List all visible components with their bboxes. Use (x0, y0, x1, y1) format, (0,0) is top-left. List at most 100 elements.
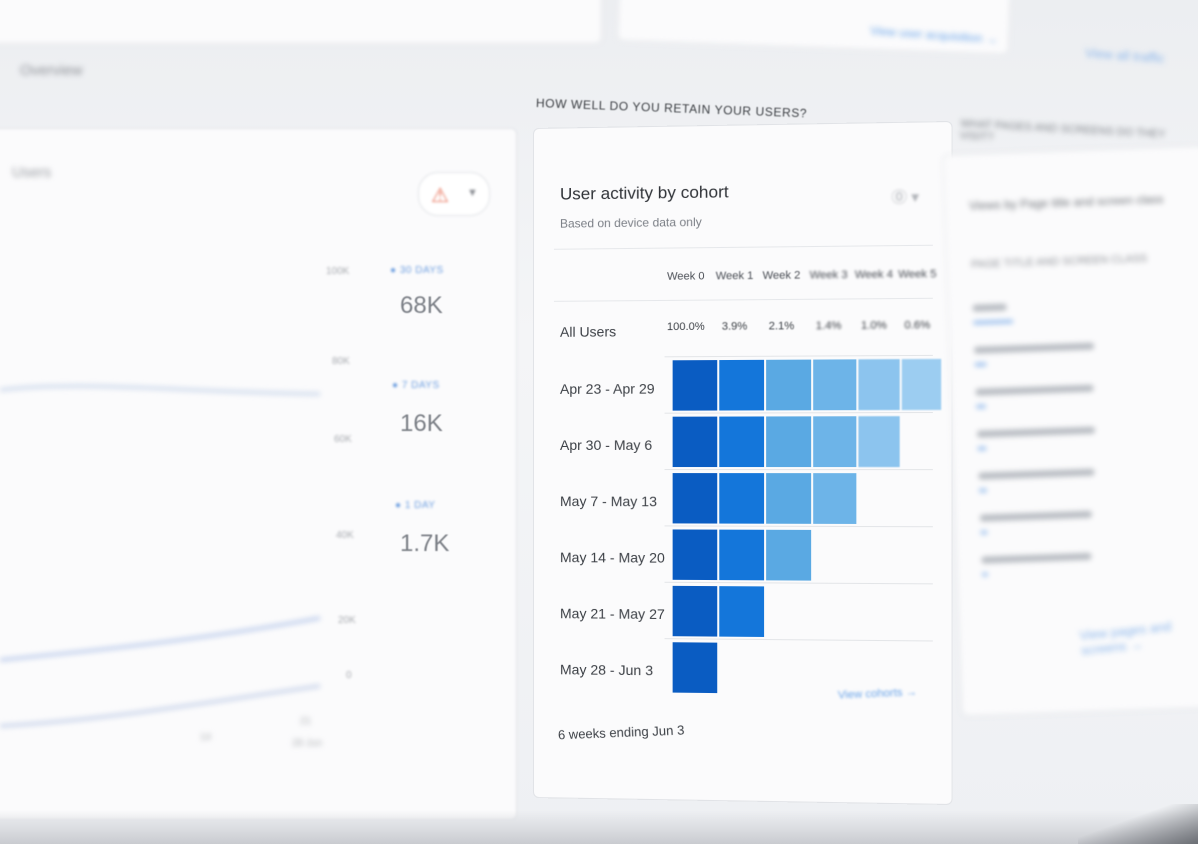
legend-7-days-value: 16K (400, 410, 443, 437)
screen-corner-shadow (1078, 804, 1198, 844)
x-tick: 28 Jun (292, 738, 323, 749)
page-row-value-bar (973, 319, 1014, 325)
users-card-title: Users (12, 164, 52, 181)
cohort-cell[interactable] (813, 473, 857, 524)
view-all-traffic-link[interactable]: View all traffic (1085, 45, 1166, 66)
top-card-left (0, 0, 602, 44)
cohort-cell[interactable] (672, 642, 718, 694)
trend-line-30-days (0, 384, 321, 396)
week-header: Week 1 (715, 269, 754, 283)
week-percent: 3.9% (721, 320, 748, 333)
cohort-row-label: May 14 - May 20 (559, 549, 665, 566)
divider (553, 297, 933, 302)
page-row-value-bar (980, 530, 988, 535)
week-header: Week 3 (809, 268, 848, 282)
y-tick: 60K (334, 434, 352, 445)
week-percent: 100.0% (666, 320, 705, 334)
page-row-bar (976, 426, 1096, 438)
cohort-cell[interactable] (672, 473, 718, 524)
cohort-heatmap (534, 122, 952, 694)
overview-label: Overview (20, 62, 83, 79)
chevron-down-icon: ▼ (467, 187, 478, 199)
y-tick: 20K (338, 615, 356, 626)
cohort-row-label: May 21 - May 27 (559, 605, 665, 623)
pages-card-subtitle: PAGE TITLE AND SCREEN CLASS (970, 252, 1148, 271)
users-trend-chart (0, 384, 321, 728)
page-row-value-bar (978, 488, 988, 493)
cohort-row-divider (664, 525, 933, 528)
page-row-value-bar (974, 362, 987, 367)
cohort-cell[interactable] (766, 416, 812, 468)
page-row-value-bar (981, 572, 989, 577)
cohort-subtitle: Based on device data only (559, 214, 702, 231)
cohort-row-label: Apr 23 - Apr 29 (559, 380, 655, 397)
page-row-value-bar (977, 446, 987, 451)
cohort-cell[interactable] (672, 529, 718, 581)
legend-30-days: ● 30 DAYS (390, 265, 444, 276)
page-row-bar (972, 303, 1007, 312)
cohort-cell[interactable] (813, 416, 857, 468)
legend-7-days: ● 7 DAYS (392, 380, 440, 391)
cohort-cell[interactable] (719, 529, 765, 581)
cohort-cell[interactable] (672, 360, 718, 411)
week-header: Week 5 (898, 268, 937, 281)
alert-button[interactable]: ⚠ ▼ (418, 172, 490, 216)
week-header: Week 0 (667, 270, 705, 283)
week-percent: 1.0% (860, 319, 887, 332)
cohort-row-label: Apr 30 - May 6 (559, 436, 653, 453)
cohort-cell[interactable] (766, 529, 812, 581)
cohort-cell[interactable] (901, 358, 942, 411)
week-header: Week 4 (854, 268, 894, 282)
cohort-cell[interactable] (719, 416, 765, 468)
week-percent: 1.4% (815, 319, 842, 333)
week-percent: 0.6% (904, 319, 931, 332)
cohort-cell[interactable] (813, 359, 857, 411)
cohort-cell[interactable] (766, 473, 812, 524)
top-card-mid (616, 0, 1012, 55)
week-header: Week 2 (762, 269, 801, 282)
photo-scene: View user acquisition → View all traffic… (0, 0, 1198, 844)
week-percent: 2.1% (768, 320, 795, 333)
x-tick: 14 (200, 732, 212, 743)
legend-1-day-value: 1.7K (400, 530, 450, 557)
cohort-title: User activity by cohort (559, 182, 729, 204)
page-row-bar (981, 552, 1092, 564)
page-row-bar (978, 468, 1095, 480)
cohort-row-divider (664, 581, 933, 585)
cohort-card: User activity by cohort Based on device … (533, 120, 953, 806)
page-row-value-bar (976, 404, 987, 409)
cohort-footer: 6 weeks ending Jun 3 (557, 722, 685, 743)
warning-icon: ⚠ (431, 185, 449, 207)
section-heading: HOW WELL DO YOU RETAIN YOUR USERS? (535, 96, 808, 121)
x-tick: 21 (300, 716, 312, 727)
cohort-cell[interactable] (858, 359, 900, 411)
page-row-bar (979, 510, 1093, 522)
divider (553, 244, 933, 250)
cohort-row-divider (664, 638, 933, 642)
legend-30-days-value: 68K (400, 292, 443, 319)
cohort-cell[interactable] (672, 585, 718, 637)
cohort-row-divider (664, 469, 933, 471)
y-tick: 100K (326, 266, 350, 277)
cohort-row-label: May 7 - May 13 (559, 493, 657, 510)
cohort-cell[interactable] (858, 416, 900, 468)
cohort-row-divider (664, 354, 933, 358)
cohort-cell[interactable] (766, 359, 812, 411)
y-tick: 0 (346, 670, 352, 681)
y-tick: 80K (332, 356, 350, 367)
trend-line-1-day (0, 684, 321, 728)
all-users-label: All Users (559, 323, 617, 340)
cohort-cell[interactable] (719, 586, 765, 637)
cohort-cell[interactable] (719, 359, 765, 411)
page-row-bar (975, 384, 1094, 396)
pages-card-title: Views by Page title and screen class (968, 192, 1164, 213)
legend-1-day: ● 1 DAY (395, 500, 436, 511)
screen-bezel-shadow (0, 810, 1198, 844)
cohort-cell[interactable] (719, 473, 765, 524)
cohort-row-divider (664, 412, 933, 414)
view-cohorts-link[interactable]: View cohorts → (838, 686, 918, 701)
cohort-cell[interactable] (672, 416, 718, 468)
cohort-row-label: May 28 - Jun 3 (559, 661, 654, 679)
trend-line-7-days (0, 616, 321, 662)
help-icon[interactable]: ⓪ ▾ (891, 186, 919, 208)
